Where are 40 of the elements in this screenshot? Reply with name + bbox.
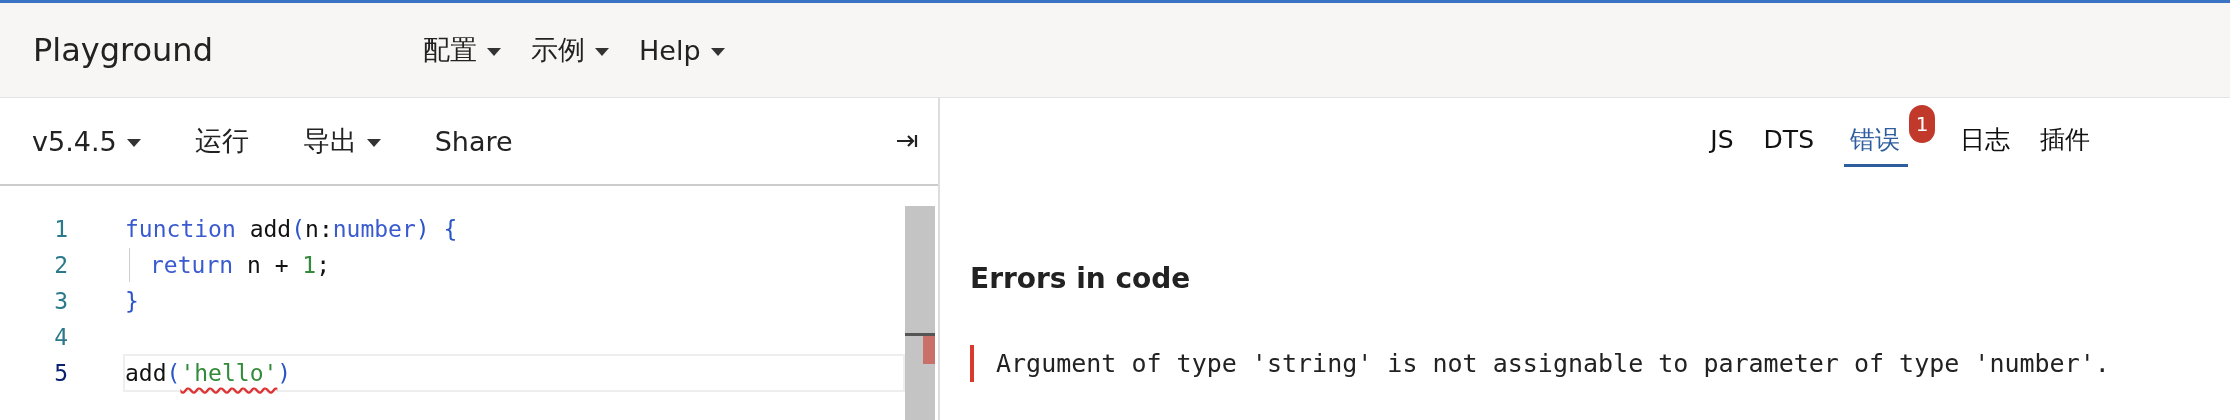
error-message: Argument of type 'string' is not assignable to parameter of type 'number'.: [970, 345, 2230, 382]
output-tab[interactable]: 日志: [1960, 115, 2010, 167]
scrollbar[interactable]: [905, 206, 935, 420]
toolbar-button[interactable]: 导出: [302, 123, 381, 159]
toolbar-button[interactable]: Share: [434, 125, 513, 157]
output-tab[interactable]: 插件: [2040, 115, 2090, 167]
toolbar-button[interactable]: v5.4.5: [32, 125, 141, 157]
line-number: 4: [53, 324, 69, 350]
line-number: 5: [53, 360, 69, 386]
app-title: Playground: [33, 31, 214, 69]
menu-dropdown[interactable]: 配置: [423, 32, 501, 68]
code-token: ) {: [415, 216, 458, 242]
toolbar-button[interactable]: 运行: [194, 123, 249, 159]
code-token: function: [125, 216, 236, 242]
output-tab[interactable]: DTS: [1763, 117, 1814, 165]
code-token: ): [277, 360, 292, 386]
line-number: 3: [53, 288, 69, 314]
line-number: 1: [53, 216, 69, 242]
code-token: (: [166, 360, 181, 386]
code-token: }: [125, 288, 139, 314]
collapse-icon[interactable]: [896, 133, 918, 149]
menu-dropdown[interactable]: 示例: [531, 32, 609, 68]
code-token: (: [291, 216, 306, 242]
menu-dropdown[interactable]: Help: [639, 32, 725, 68]
code-token: add: [125, 360, 167, 386]
code-token: ;: [316, 252, 331, 278]
code-token: n +: [245, 252, 290, 278]
code-token: number: [332, 216, 416, 242]
caret-icon: [710, 48, 725, 56]
caret-icon: [487, 47, 501, 56]
code-token: return: [150, 252, 234, 278]
output-tab[interactable]: JS: [1710, 117, 1734, 165]
code-token: 'hello': [180, 360, 278, 386]
line-number: 2: [53, 252, 69, 278]
caret-icon: [595, 47, 609, 56]
code-token: add: [248, 216, 292, 242]
code-token: 1: [302, 252, 317, 278]
code-token: n:: [305, 216, 333, 242]
errors-heading: Errors in code: [970, 262, 1192, 295]
error-count-badge: 1: [1909, 105, 1935, 143]
